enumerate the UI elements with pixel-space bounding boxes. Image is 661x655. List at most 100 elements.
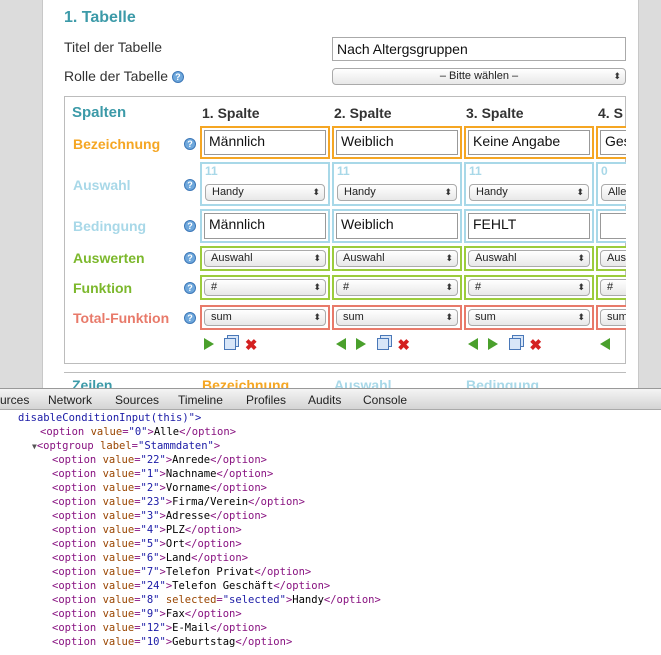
auswerten-select-4[interactable]: Aus ⬍ bbox=[600, 250, 626, 267]
funktion-cell-3: # ⬍ bbox=[464, 275, 594, 300]
total-cell-1: sum ⬍ bbox=[200, 305, 330, 330]
code-text: disableConditionInput(this)"> bbox=[18, 412, 202, 424]
bezeichnung-cell-4: Ges bbox=[596, 126, 626, 159]
auswahl-select-4[interactable]: Alle ⬍ bbox=[601, 184, 626, 201]
total-select-1[interactable]: sum ⬍ bbox=[204, 309, 326, 326]
bedingung-input-3[interactable]: FEHLT bbox=[468, 213, 590, 239]
delete-column-button[interactable]: ✖ bbox=[529, 337, 543, 353]
bezeichnung-input-3[interactable]: Keine Angabe bbox=[468, 130, 590, 155]
code-line: <option value="10">Geburtstag</option> bbox=[52, 636, 293, 648]
code-text: Handy bbox=[292, 594, 324, 606]
auswahl-select-2[interactable]: Handy ⬍ bbox=[337, 184, 457, 201]
funktion-select-4[interactable]: # ⬍ bbox=[600, 279, 626, 296]
bedingung-input-2[interactable]: Weiblich bbox=[336, 213, 458, 239]
column-header-4: 4. S bbox=[598, 105, 623, 121]
table-title-input[interactable]: Nach Altergsgruppen bbox=[332, 37, 626, 61]
help-icon[interactable]: ? bbox=[184, 252, 196, 264]
code-line: <option value="8" selected="selected">Ha… bbox=[52, 594, 381, 606]
tab-sources[interactable]: Sources bbox=[115, 393, 159, 407]
total-select-4[interactable]: sum ⬍ bbox=[600, 309, 626, 326]
category-label-bezeichnung: Bezeichnung bbox=[73, 136, 161, 152]
funktion-select-value-1: # bbox=[211, 281, 218, 293]
bedingung-input-1[interactable]: Männlich bbox=[204, 213, 326, 239]
table-role-select[interactable]: – Bitte wählen – ⬍ bbox=[332, 68, 626, 85]
column-actions-2: ✖ bbox=[336, 335, 413, 353]
copy-column-button[interactable] bbox=[376, 337, 391, 351]
auswerten-cell-4: Aus ⬍ bbox=[596, 246, 626, 271]
tab-timeline[interactable]: Timeline bbox=[178, 393, 223, 407]
table-role-label: Rolle der Tabelle bbox=[64, 68, 169, 84]
code-line: <option value="9">Fax</option> bbox=[52, 608, 242, 620]
funktion-select-2[interactable]: # ⬍ bbox=[336, 279, 458, 296]
code-attr-value: "3" bbox=[140, 510, 160, 522]
code-line: <option value="24">Telefon Geschäft</opt… bbox=[52, 580, 331, 592]
arrow-left-icon bbox=[600, 337, 610, 350]
code-attr-value: "2" bbox=[140, 482, 160, 494]
elements-panel[interactable]: disableConditionInput(this)"> <option va… bbox=[0, 410, 661, 655]
devtools-toolbar: urces Network Sources Timeline Profiles … bbox=[0, 388, 661, 410]
code-text: Telefon Geschäft bbox=[172, 580, 274, 592]
bezeichnung-input-4[interactable]: Ges bbox=[600, 130, 626, 155]
help-icon[interactable]: ? bbox=[171, 71, 184, 84]
delete-column-button[interactable]: ✖ bbox=[245, 337, 259, 353]
auswerten-select-1[interactable]: Auswahl ⬍ bbox=[204, 250, 326, 267]
move-left-button[interactable] bbox=[336, 337, 350, 351]
copy-column-button[interactable] bbox=[224, 337, 238, 351]
auswahl-select-3[interactable]: Handy ⬍ bbox=[469, 184, 589, 201]
help-icon[interactable]: ? bbox=[184, 179, 196, 191]
column-actions-4 bbox=[600, 335, 616, 351]
total-select-2[interactable]: sum ⬍ bbox=[336, 309, 458, 326]
tab-profiles[interactable]: Profiles bbox=[246, 393, 286, 407]
help-icon[interactable]: ? bbox=[184, 282, 196, 294]
code-line: <option value="12">E-Mail</option> bbox=[52, 622, 267, 634]
column-actions-1: ✖ bbox=[204, 335, 261, 353]
code-line: <option value="4">PLZ</option> bbox=[52, 524, 242, 536]
total-cell-2: sum ⬍ bbox=[332, 305, 462, 330]
funktion-select-1[interactable]: # ⬍ bbox=[204, 279, 326, 296]
copy-icon bbox=[224, 337, 237, 350]
zeilen-auswahl-label: Auswahl bbox=[334, 377, 392, 388]
funktion-select-3[interactable]: # ⬍ bbox=[468, 279, 590, 296]
auswahl-cell-2: 11 Handy ⬍ bbox=[332, 162, 462, 206]
total-select-value-4: sum bbox=[607, 311, 626, 323]
move-right-button[interactable] bbox=[356, 337, 370, 351]
help-icon[interactable]: ? bbox=[184, 220, 196, 232]
auswahl-select-value-1: Handy bbox=[212, 186, 244, 198]
select-arrows-icon: ⬍ bbox=[313, 282, 321, 292]
help-icon[interactable]: ? bbox=[184, 312, 196, 324]
category-label-auswerten: Auswerten bbox=[73, 250, 145, 266]
zeilen-title: Zeilen bbox=[72, 377, 113, 388]
tab-console[interactable]: Console bbox=[363, 393, 407, 407]
move-left-button[interactable] bbox=[468, 337, 482, 351]
select-arrows-icon: ⬍ bbox=[576, 187, 584, 197]
code-attr-value: "5" bbox=[140, 538, 160, 550]
bedingung-input-4[interactable] bbox=[600, 213, 626, 239]
code-attr-value: "10" bbox=[140, 636, 166, 648]
total-cell-3: sum ⬍ bbox=[464, 305, 594, 330]
code-line: ▼<optgroup label="Stammdaten"> bbox=[32, 440, 221, 452]
bezeichnung-input-2[interactable]: Weiblich bbox=[336, 130, 458, 155]
auswahl-cell-4: 0 Alle ⬍ bbox=[596, 162, 626, 206]
move-left-button[interactable] bbox=[600, 337, 614, 351]
total-select-3[interactable]: sum ⬍ bbox=[468, 309, 590, 326]
category-label-total: Total-Funktion bbox=[73, 310, 170, 326]
move-right-button[interactable] bbox=[204, 337, 218, 351]
copy-column-button[interactable] bbox=[508, 337, 523, 351]
tab-network[interactable]: Network bbox=[48, 393, 92, 407]
auswahl-count-3: 11 bbox=[469, 164, 482, 178]
help-icon[interactable]: ? bbox=[184, 138, 196, 150]
bezeichnung-input-1[interactable]: Männlich bbox=[204, 130, 326, 155]
select-arrows-icon: ⬍ bbox=[313, 312, 321, 322]
tab-audits[interactable]: Audits bbox=[308, 393, 341, 407]
code-attr-value: "12" bbox=[140, 622, 166, 634]
category-label-funktion: Funktion bbox=[73, 280, 133, 296]
auswerten-cell-1: Auswahl ⬍ bbox=[200, 246, 330, 271]
auswahl-select-1[interactable]: Handy ⬍ bbox=[205, 184, 325, 201]
code-attr-value: "8" bbox=[140, 594, 160, 606]
move-right-button[interactable] bbox=[488, 337, 502, 351]
code-attr-value: "Stammdaten" bbox=[138, 440, 214, 452]
delete-column-button[interactable]: ✖ bbox=[397, 337, 411, 353]
tab-resources[interactable]: urces bbox=[0, 393, 29, 407]
auswerten-select-3[interactable]: Auswahl ⬍ bbox=[468, 250, 590, 267]
auswerten-select-2[interactable]: Auswahl ⬍ bbox=[336, 250, 458, 267]
